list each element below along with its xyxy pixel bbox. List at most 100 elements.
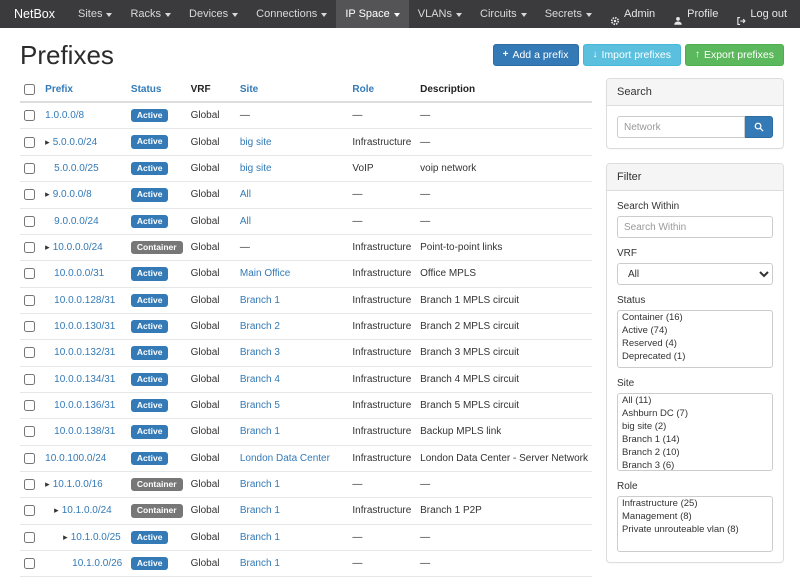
row-checkbox[interactable] — [24, 216, 35, 227]
prefix-link[interactable]: 10.0.0.0/24 — [53, 242, 103, 253]
sort-status[interactable]: Status — [131, 84, 162, 95]
site-link[interactable]: Main Office — [240, 268, 290, 279]
row-checkbox[interactable] — [24, 453, 35, 464]
role-value: — — [352, 216, 362, 227]
prefix-link[interactable]: 10.1.0.0/16 — [53, 479, 103, 490]
prefix-link[interactable]: 10.0.0.132/31 — [54, 347, 115, 358]
row-checkbox[interactable] — [24, 374, 35, 385]
prefix-link[interactable]: 5.0.0.0/24 — [53, 137, 97, 148]
prefix-link[interactable]: 1.0.0.0/8 — [45, 110, 84, 121]
site-link[interactable]: Branch 1 — [240, 295, 280, 306]
status-badge: Active — [131, 162, 169, 175]
site-link[interactable]: big site — [240, 137, 272, 148]
row-checkbox[interactable] — [24, 268, 35, 279]
prefix-link[interactable]: 10.0.0.134/31 — [54, 374, 115, 385]
description-value: Point-to-point links — [420, 242, 502, 253]
site-link[interactable]: Branch 1 — [240, 479, 280, 490]
row-checkbox[interactable] — [24, 400, 35, 411]
sort-prefix[interactable]: Prefix — [45, 84, 73, 95]
site-link[interactable]: All — [240, 216, 251, 227]
site-link[interactable]: — — [240, 242, 250, 253]
prefix-link[interactable]: 10.1.0.0/25 — [71, 532, 121, 543]
row-checkbox[interactable] — [24, 426, 35, 437]
search-button[interactable] — [745, 116, 773, 138]
prefix-link[interactable]: 9.0.0.0/24 — [54, 216, 98, 227]
filter-panel-title: Filter — [607, 164, 783, 191]
role-filter-list[interactable]: Infrastructure (25)Management (8)Private… — [617, 496, 773, 552]
row-checkbox[interactable] — [24, 110, 35, 121]
logout-link[interactable]: Log out — [727, 0, 796, 28]
navbar-menu: Sites Racks Devices Connections IP Space… — [69, 0, 601, 28]
site-link[interactable]: Branch 1 — [240, 558, 280, 569]
row-checkbox[interactable] — [24, 295, 35, 306]
navbar-dropdown-item[interactable]: Racks — [121, 0, 180, 28]
arrow-down-icon: ↓ — [593, 49, 598, 61]
prefix-link[interactable]: 10.0.0.0/31 — [54, 268, 104, 279]
row-checkbox[interactable] — [24, 347, 35, 358]
prefix-link[interactable]: 10.1.0.0/26 — [72, 558, 122, 569]
row-checkbox[interactable] — [24, 479, 35, 490]
site-link[interactable]: Branch 3 — [240, 347, 280, 358]
role-filter-label: Role — [617, 481, 773, 492]
table-row: ▸5.0.0.0/25 Active Global big site VoIP … — [20, 155, 592, 181]
row-checkbox[interactable] — [24, 532, 35, 543]
site-filter-list[interactable]: All (11)Ashburn DC (7)big site (2)Branch… — [617, 393, 773, 471]
site-link[interactable]: big site — [240, 163, 272, 174]
row-checkbox[interactable] — [24, 558, 35, 569]
prefix-link[interactable]: 5.0.0.0/25 — [54, 163, 98, 174]
row-checkbox[interactable] — [24, 163, 35, 174]
navbar-dropdown-item[interactable]: Sites — [69, 0, 121, 28]
search-within-input[interactable] — [617, 216, 773, 238]
status-filter-list[interactable]: Container (16)Active (74)Reserved (4)Dep… — [617, 310, 773, 368]
prefix-link[interactable]: 10.0.100.0/24 — [45, 453, 106, 464]
tree-indent: ▸10.1.0.0/16 — [45, 479, 103, 490]
row-checkbox[interactable] — [24, 137, 35, 148]
row-checkbox[interactable] — [24, 242, 35, 253]
vrf-filter-select[interactable]: All — [617, 263, 773, 285]
tree-indent: ▸9.0.0.0/24 — [45, 216, 98, 227]
description-value: — — [420, 532, 430, 543]
row-checkbox[interactable] — [24, 189, 35, 200]
chevron-down-icon — [165, 13, 171, 17]
export-prefixes-button[interactable]: ↑ Export prefixes — [685, 44, 784, 67]
role-value: — — [352, 189, 362, 200]
navbar-dropdown-item[interactable]: Devices — [180, 0, 247, 28]
site-link[interactable]: London Data Center — [240, 453, 330, 464]
site-link[interactable]: Branch 2 — [240, 321, 280, 332]
vrf-filter-label: VRF — [617, 248, 773, 259]
prefix-link[interactable]: 10.0.0.128/31 — [54, 295, 115, 306]
navbar-dropdown-item[interactable]: IP Space — [336, 0, 408, 28]
add-prefix-button[interactable]: + Add a prefix — [493, 44, 579, 67]
import-prefixes-button[interactable]: ↓ Import prefixes — [583, 44, 681, 67]
row-checkbox[interactable] — [24, 321, 35, 332]
select-all-checkbox[interactable] — [24, 84, 35, 95]
site-link[interactable]: Branch 1 — [240, 426, 280, 437]
table-row: ▸5.0.0.0/24 Active Global big site Infra… — [20, 129, 592, 155]
site-link[interactable]: — — [240, 110, 250, 121]
prefix-link[interactable]: 10.0.0.130/31 — [54, 321, 115, 332]
admin-link[interactable]: Admin — [601, 0, 664, 28]
prefix-link[interactable]: 10.0.0.136/31 — [54, 400, 115, 411]
sort-site[interactable]: Site — [240, 84, 258, 95]
navbar-dropdown-item[interactable]: VLANs — [409, 0, 471, 28]
navbar-dropdown-item[interactable]: Secrets — [536, 0, 601, 28]
status-badge: Active — [131, 452, 169, 465]
sort-role[interactable]: Role — [352, 84, 374, 95]
description-value: Branch 4 MPLS circuit — [420, 374, 519, 385]
site-link[interactable]: All — [240, 189, 251, 200]
prefix-link[interactable]: 9.0.0.0/8 — [53, 189, 92, 200]
search-input[interactable] — [617, 116, 745, 138]
prefix-link[interactable]: 10.0.0.138/31 — [54, 426, 115, 437]
description-value: Branch 3 MPLS circuit — [420, 347, 519, 358]
navbar-dropdown-item[interactable]: Circuits — [471, 0, 536, 28]
site-link[interactable]: Branch 4 — [240, 374, 280, 385]
site-link[interactable]: Branch 5 — [240, 400, 280, 411]
tree-indent: ▸9.0.0.0/8 — [45, 189, 91, 200]
profile-link[interactable]: Profile — [664, 0, 727, 28]
navbar-dropdown-item[interactable]: Connections — [247, 0, 336, 28]
table-row: ▸10.0.0.128/31 Active Global Branch 1 In… — [20, 287, 592, 313]
site-link[interactable]: Branch 1 — [240, 532, 280, 543]
brand-logo[interactable]: NetBox — [0, 0, 69, 28]
site-filter-label: Site — [617, 378, 773, 389]
search-icon — [754, 120, 764, 135]
